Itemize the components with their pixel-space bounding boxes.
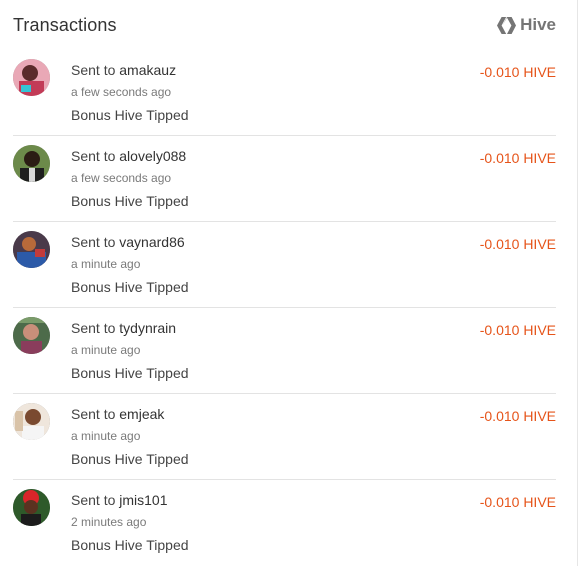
transaction-amount: -0.010 HIVE	[479, 236, 556, 252]
transaction-description: Sent to emjeak	[71, 406, 164, 422]
transaction-prefix: Sent to	[71, 234, 116, 250]
avatar[interactable]	[13, 489, 50, 526]
transaction-time: a few seconds ago	[71, 171, 172, 185]
transaction-time: 2 minutes ago	[71, 515, 147, 529]
recipient-link[interactable]: amakauz	[119, 62, 176, 78]
transaction-memo: Bonus Hive Tipped	[71, 107, 189, 123]
hive-brand-label: Hive	[520, 15, 556, 34]
transaction-prefix: Sent to	[71, 320, 116, 336]
transaction-time: a minute ago	[71, 257, 141, 271]
recipient-link[interactable]: alovely088	[119, 148, 186, 164]
transaction-description: Sent to vaynard86	[71, 234, 185, 250]
transaction-prefix: Sent to	[71, 406, 116, 422]
transaction-description: Sent to jmis101	[71, 492, 168, 508]
transaction-prefix: Sent to	[71, 62, 116, 78]
avatar[interactable]	[13, 231, 50, 268]
recipient-link[interactable]: tydynrain	[119, 320, 176, 336]
transaction-list: Sent to amakauz a few seconds ago Bonus …	[13, 50, 556, 566]
transaction-prefix: Sent to	[71, 492, 116, 508]
avatar[interactable]	[13, 145, 50, 182]
transaction-amount: -0.010 HIVE	[479, 64, 556, 80]
transaction-memo: Bonus Hive Tipped	[71, 365, 189, 381]
avatar[interactable]	[13, 59, 50, 96]
page-title: Transactions	[13, 14, 117, 35]
transaction-memo: Bonus Hive Tipped	[71, 537, 189, 553]
hive-brand: Hive	[497, 15, 556, 35]
transaction-amount: -0.010 HIVE	[479, 150, 556, 166]
transaction-memo: Bonus Hive Tipped	[71, 279, 189, 295]
avatar[interactable]	[13, 403, 50, 440]
avatar[interactable]	[13, 317, 50, 354]
transaction-amount: -0.010 HIVE	[479, 322, 556, 338]
transaction-row[interactable]: Sent to emjeak a minute ago Bonus Hive T…	[13, 394, 556, 480]
transaction-prefix: Sent to	[71, 148, 116, 164]
recipient-link[interactable]: jmis101	[119, 492, 167, 508]
transaction-row[interactable]: Sent to alovely088 a few seconds ago Bon…	[13, 136, 556, 222]
transaction-description: Sent to alovely088	[71, 148, 186, 164]
transaction-row[interactable]: Sent to vaynard86 a minute ago Bonus Hiv…	[13, 222, 556, 308]
transaction-time: a few seconds ago	[71, 85, 172, 99]
transaction-row[interactable]: Sent to tydynrain a minute ago Bonus Hiv…	[13, 308, 556, 394]
recipient-link[interactable]: vaynard86	[119, 234, 184, 250]
transaction-amount: -0.010 HIVE	[479, 408, 556, 424]
recipient-link[interactable]: emjeak	[119, 406, 164, 422]
transaction-row[interactable]: Sent to jmis101 2 minutes ago Bonus Hive…	[13, 480, 556, 566]
transaction-description: Sent to amakauz	[71, 62, 176, 78]
transaction-row[interactable]: Sent to amakauz a few seconds ago Bonus …	[13, 50, 556, 136]
transaction-time: a minute ago	[71, 429, 141, 443]
transaction-description: Sent to tydynrain	[71, 320, 176, 336]
transaction-memo: Bonus Hive Tipped	[71, 193, 189, 209]
transaction-memo: Bonus Hive Tipped	[71, 451, 189, 467]
transaction-time: a minute ago	[71, 343, 141, 357]
transaction-amount: -0.010 HIVE	[479, 494, 556, 510]
hive-logo-icon	[497, 16, 517, 34]
transactions-header: Transactions Hive	[13, 12, 556, 38]
transactions-panel: Transactions Hive Sent to amakauz a few …	[0, 0, 578, 566]
